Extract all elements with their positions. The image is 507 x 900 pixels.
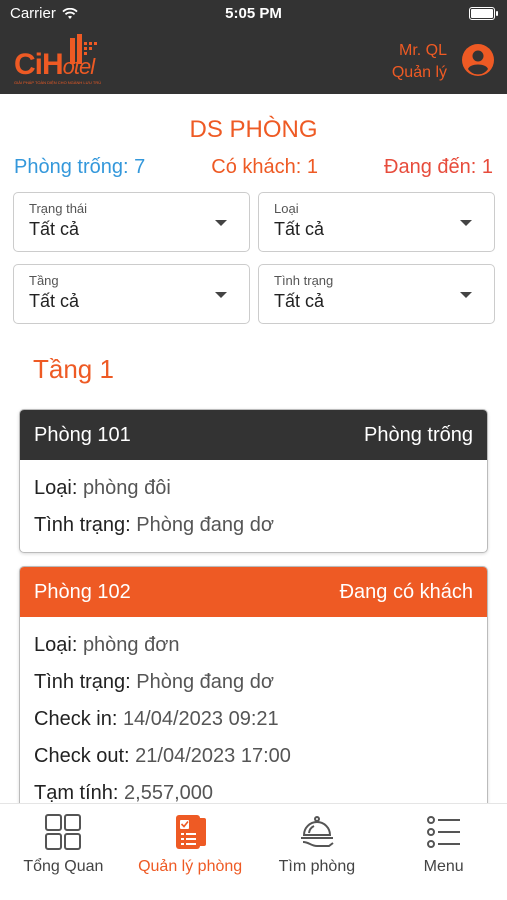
room-list-icon [176,815,207,849]
floor-heading: Tầng 1 [33,354,114,384]
tab-label: Tổng Quan [23,858,104,875]
room-name: Phòng 101 [34,423,131,446]
status-bar: Carrier 5:05 PM [0,0,507,28]
tab-label: Menu [423,858,464,875]
room-list-screen[interactable]: DS PHÒNG Phòng trống: 7 Có khách: 1 Đang… [0,94,507,803]
filter-group: Trạng thái Tất cả Loại Tất cả Tầng Tất c… [0,192,507,324]
menu-list-icon [426,816,460,848]
clock: 5:05 PM [225,5,282,22]
tab-label: Tìm phòng [278,858,356,875]
room-card-header: Phòng 102 Đang có khách [20,567,487,617]
filter-label: Tầng [29,273,59,288]
room-card-101[interactable]: Phòng 101 Phòng trống Loại: phòng đôi Tì… [19,409,488,553]
app-header: CiHotel GIẢI PHÁP TOÀN DIỆN CHO NGÀNH LƯ… [0,28,507,94]
room-type-row: Loại: phòng đơn [34,634,180,656]
logo-wordmark: CiHotel [14,48,95,81]
cloche-icon [300,816,334,847]
condition-filter-select[interactable]: Tình trạng Tất cả [258,264,495,324]
checkin-row: Check in: 14/04/2023 09:21 [34,708,279,730]
filter-value: Tất cả [274,291,325,311]
tab-room-search[interactable]: Tìm phòng [254,804,381,900]
room-counts: Phòng trống: 7 Có khách: 1 Đang đến: 1 [0,156,507,182]
room-card-header: Phòng 101 Phòng trống [20,410,487,460]
free-count[interactable]: Phòng trống: 7 [14,156,145,182]
filter-value: Tất cả [274,219,325,239]
tab-overview[interactable]: Tổng Quan [0,804,127,900]
room-type-row: Loại: phòng đôi [34,477,171,499]
account-circle-icon[interactable] [462,44,494,76]
grid-icon [45,814,82,850]
floor-filter-select[interactable]: Tầng Tất cả [13,264,250,324]
tab-label: Quản lý phòng [138,858,243,875]
room-card-102[interactable]: Phòng 102 Đang có khách Loại: phòng đơn … [19,566,488,803]
cihotel-logo[interactable]: CiHotel GIẢI PHÁP TOÀN DIỆN CHO NGÀNH LƯ… [14,34,124,88]
user-name: Mr. QL [398,42,447,59]
checkout-row: Check out: 21/04/2023 17:00 [34,745,291,767]
bottom-tab-bar: Tổng Quan Quản lý phòng Tìm phòng Menu [0,803,507,900]
user-role: Quản lý [391,64,447,81]
dropdown-arrow-icon [460,220,472,226]
room-card-body: Loại: phòng đôi Tình trạng: Phòng đang d… [20,460,487,552]
page-title: DS PHÒNG [189,116,318,143]
room-name: Phòng 102 [34,580,131,603]
room-condition-row: Tình trạng: Phòng đang dơ [34,671,274,693]
room-condition-row: Tình trạng: Phòng đang dơ [34,514,274,536]
type-filter-select[interactable]: Loại Tất cả [258,192,495,252]
subtotal-row: Tạm tính: 2,557,000 [34,782,214,803]
dropdown-arrow-icon [460,292,472,298]
user-info[interactable]: Mr. QL Quản lý [392,40,447,84]
filter-label: Loại [274,201,299,216]
arriving-count[interactable]: Đang đến: 1 [384,156,493,182]
tab-room-management[interactable]: Quản lý phòng [127,804,254,900]
filter-value: Tất cả [29,291,80,311]
guest-count[interactable]: Có khách: 1 [211,156,318,182]
dropdown-arrow-icon [215,220,227,226]
tab-menu[interactable]: Menu [380,804,507,900]
filter-label: Trạng thái [29,201,88,216]
filter-label: Tình trạng [274,273,334,288]
status-filter-select[interactable]: Trạng thái Tất cả [13,192,250,252]
logo-slogan: GIẢI PHÁP TOÀN DIỆN CHO NGÀNH LƯU TRÚ [14,80,102,85]
filter-value: Tất cả [29,219,80,239]
dropdown-arrow-icon [215,292,227,298]
battery-icon [469,7,498,20]
room-status: Đang có khách [339,580,473,603]
room-card-body: Loại: phòng đơn Tình trạng: Phòng đang d… [20,617,487,803]
room-status: Phòng trống [364,423,473,446]
